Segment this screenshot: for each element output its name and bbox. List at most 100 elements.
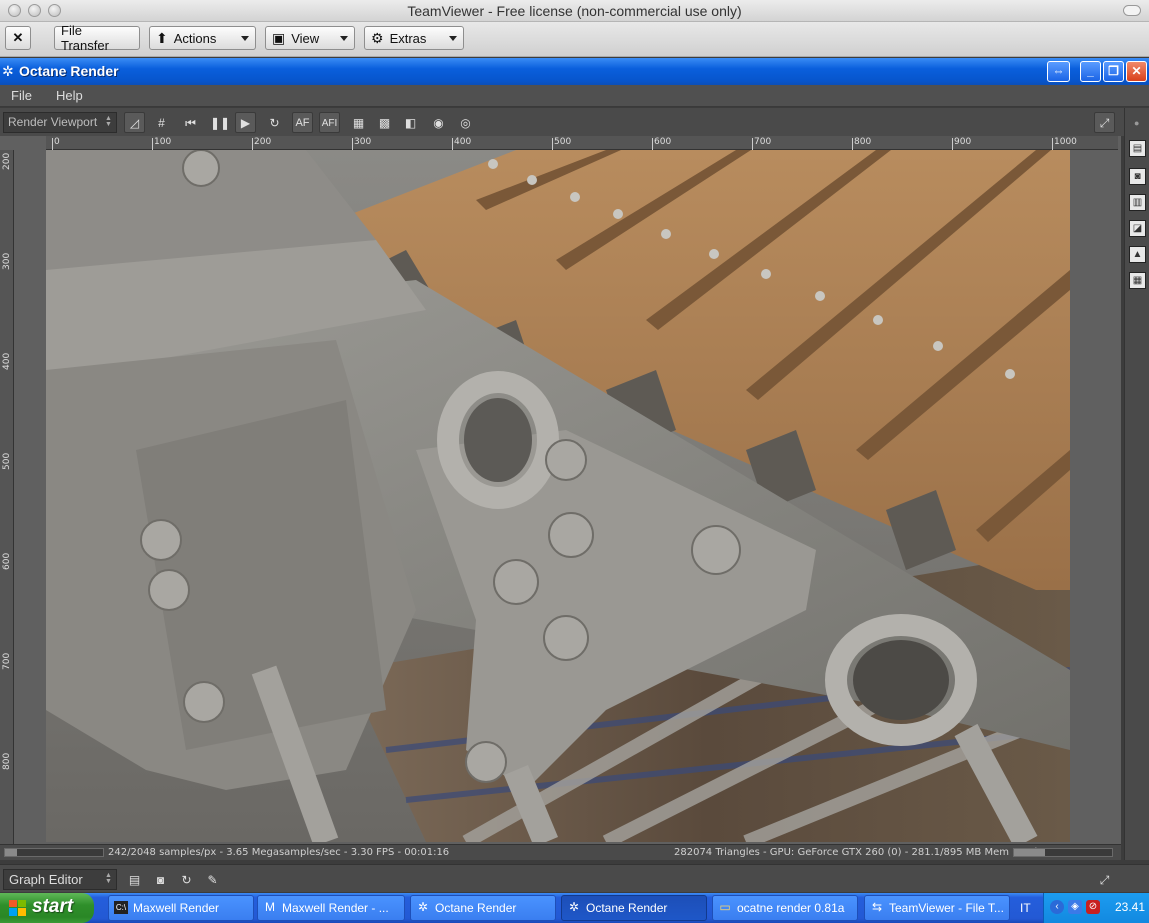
render-image[interactable] (46, 150, 1070, 842)
grid-icon: # (158, 116, 165, 130)
network-icon[interactable]: ◈ (1068, 900, 1082, 914)
menu-help[interactable]: Help (56, 88, 83, 103)
camera-orbit-icon: ◉ (433, 116, 444, 130)
environment-icon[interactable]: ▲ (1129, 246, 1146, 263)
taskbar-item-octane-1[interactable]: ✲ Octane Render (410, 895, 556, 921)
start-button[interactable]: start (0, 893, 94, 923)
render-toolbar: Render Viewport ▲ ▼ ◿ # ⏮ ❚❚ ▶ ↻ AF AFI ▦… (0, 108, 1149, 136)
menu-file[interactable]: File (11, 88, 32, 103)
node-tools-button[interactable]: ✎ (202, 869, 223, 890)
camera-target-icon: ◎ (460, 116, 471, 130)
export-icon[interactable]: ◪ (1129, 220, 1146, 237)
taskbar-item-maxwell-render[interactable]: M Maxwell Render - ... (257, 895, 405, 921)
taskbar-item-label: Octane Render (586, 901, 668, 915)
film-icon[interactable]: ▥ (1129, 194, 1146, 211)
ruler-tick-label: 500 (2, 452, 12, 470)
fullscreen-button[interactable]: ⤢ (1094, 112, 1115, 133)
sample-progress-bar (4, 848, 104, 857)
ruler-tick-label: 200 (2, 152, 12, 170)
ruler-tick-label: 500 (554, 137, 572, 147)
tray-arrow-icon[interactable]: ‹ (1050, 900, 1064, 914)
ruler-tick-label: 800 (2, 752, 12, 770)
actions-label: Actions (173, 30, 217, 46)
taskbar-item-folder[interactable]: ▭ ocatne render 0.81a (712, 895, 858, 921)
rendered-scene (46, 150, 1070, 842)
vertical-ruler: 200 300 400 500 600 700 800 (0, 150, 14, 856)
close-button[interactable]: ✕ (1126, 61, 1147, 82)
clock: 23.41 (1114, 900, 1145, 914)
octane-window-titlebar[interactable]: ✲ Octane Render ⇔ _ ❐ ✕ (0, 58, 1149, 85)
teamviewer-switch-sides-button[interactable]: ⇔ (1047, 61, 1070, 82)
ruler-tick-label: 700 (754, 137, 772, 147)
camera-reset-button[interactable]: ◉ (428, 112, 449, 133)
restart-render-button[interactable]: ⏮ (180, 112, 201, 133)
antivirus-icon[interactable]: ⊘ (1086, 900, 1100, 914)
channel-button[interactable]: ◧ (400, 112, 421, 133)
gpu-stats: 282074 Triangles - GPU: GeForce GTX 260 … (674, 847, 1038, 858)
grid-toggle-button[interactable]: # (151, 112, 172, 133)
mac-toolbar-toggle-button[interactable] (1123, 5, 1141, 16)
ruler-tick (252, 138, 253, 150)
camera-icon: ◙ (156, 873, 165, 887)
restore-button[interactable]: ❐ (1103, 61, 1124, 82)
language-indicator[interactable]: IT (1020, 901, 1031, 915)
node-list-button[interactable]: ▤ (124, 869, 145, 890)
checker-button[interactable]: ▩ (374, 112, 395, 133)
autofocus-button[interactable]: AF (292, 112, 313, 133)
region-icon: ▦ (352, 116, 365, 130)
windows-logo-icon (9, 900, 26, 916)
material-icon[interactable]: ▦ (1129, 272, 1146, 289)
node-list-icon: ▤ (128, 873, 141, 887)
file-transfer-button[interactable]: File Transfer (54, 23, 140, 53)
expand-icon: ⤢ (1099, 873, 1110, 887)
taskbar-item-label: ocatne render 0.81a (737, 901, 845, 915)
ruler-toggle-button[interactable]: ◿ (124, 112, 145, 133)
taskbar-item-label: TeamViewer - File T... (889, 901, 1004, 915)
taskbar-item-maxwell-console[interactable]: C:\ Maxwell Render (108, 895, 254, 921)
ruler-tick-label: 400 (2, 352, 12, 370)
right-tool-panel: ● ▤ ◙ ▥ ◪ ▲ ▦ (1124, 108, 1149, 860)
system-tray: ‹ ◈ ⊘ 23.41 (1043, 893, 1149, 923)
windows-taskbar: start C:\ Maxwell Render M Maxwell Rende… (0, 893, 1149, 923)
graph-editor-select[interactable]: Graph Editor ▲ ▼ (3, 869, 117, 890)
camera-icon[interactable]: ◙ (1129, 168, 1146, 185)
af-label: AF (295, 117, 310, 129)
refresh-icon: ↻ (269, 116, 280, 130)
ruler-tick (352, 138, 353, 150)
taskbar-item-label: Maxwell Render (133, 901, 220, 915)
region-render-button[interactable]: ▦ (348, 112, 369, 133)
start-render-button[interactable]: ▶ (235, 112, 256, 133)
memory-progress-bar (1013, 848, 1113, 857)
refresh-render-button[interactable]: ↻ (264, 112, 285, 133)
actions-menu-button[interactable]: ⬆ Actions (149, 26, 256, 50)
minimize-button[interactable]: _ (1080, 61, 1101, 82)
ruler-tick (852, 138, 853, 150)
node-camera-button[interactable]: ◙ (150, 869, 171, 890)
ruler-tick-label: 0 (54, 137, 60, 147)
ruler-tick-label: 700 (2, 652, 12, 670)
taskbar-item-label: Maxwell Render - ... (282, 901, 389, 915)
folder-icon: ▭ (719, 900, 731, 914)
close-session-button[interactable]: ✕ (5, 26, 31, 50)
ruler-tick (52, 138, 53, 150)
skip-back-icon: ⏮ (185, 116, 196, 130)
memory-progress-fill (1014, 849, 1045, 856)
ruler-tick (152, 138, 153, 150)
chevron-down-icon (340, 36, 348, 41)
view-menu-button[interactable]: ▣ View (265, 26, 355, 50)
node-refresh-button[interactable]: ↻ (176, 869, 197, 890)
camera-target-button[interactable]: ◎ (455, 112, 476, 133)
pause-render-button[interactable]: ❚❚ (209, 112, 230, 133)
octane-app-icon: ✲ (2, 63, 14, 79)
viewport-select[interactable]: Render Viewport ▲ ▼ (3, 112, 117, 133)
extras-menu-button[interactable]: ⚙ Extras (364, 26, 464, 50)
image-settings-icon[interactable]: ▤ (1129, 140, 1146, 157)
render-viewport[interactable]: 0 100 200 300 400 500 600 700 800 900 1000 200 300 4… (0, 136, 1121, 860)
autofocus-info-button[interactable]: AFI (319, 112, 340, 133)
ruler-tick (952, 138, 953, 150)
taskbar-item-teamviewer[interactable]: ⇆ TeamViewer - File T... (864, 895, 1010, 921)
taskbar-item-octane-2[interactable]: ✲ Octane Render (561, 895, 707, 921)
refresh-icon: ↻ (181, 873, 192, 887)
graph-expand-button[interactable]: ⤢ (1094, 869, 1115, 890)
ruler-tick-label: 600 (654, 137, 672, 147)
